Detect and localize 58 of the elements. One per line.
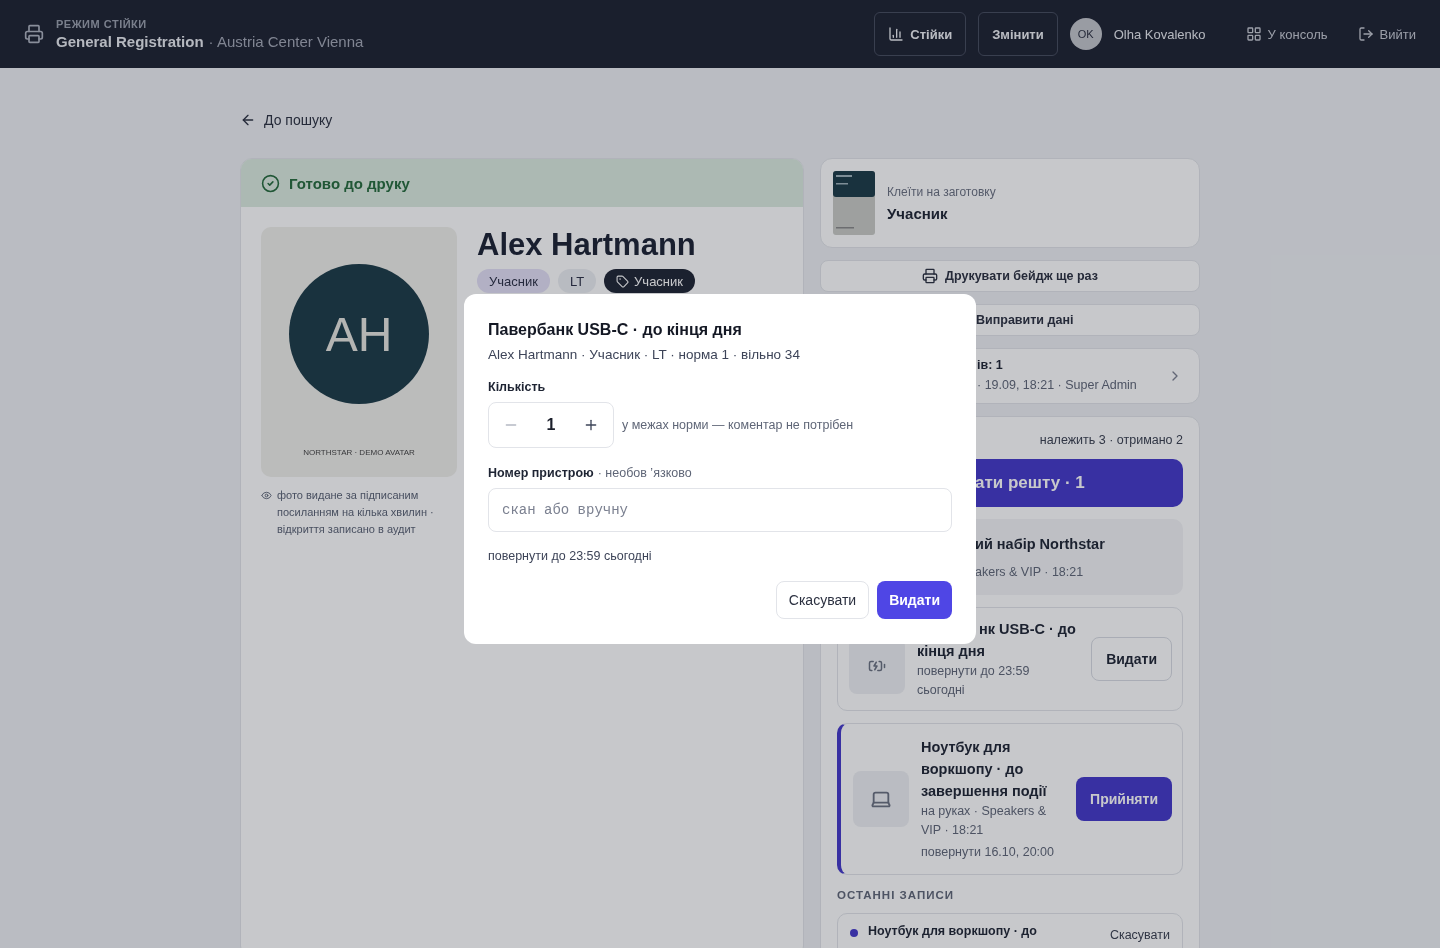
user-avatar: OK	[1069, 18, 1102, 50]
photo-note: фото видане за підписаним посиланням на кілька хвилин · відкриття записано в аудит	[277, 488, 435, 537]
avatar-caption: NORTHSTAR · DEMO AVATAR	[303, 448, 415, 457]
attendee-tag: LT	[557, 269, 597, 293]
item-due: повернути 16.10, 20:00	[921, 844, 1055, 861]
quantity-value: 1	[546, 416, 556, 434]
back-link[interactable]: До пошуку	[240, 112, 333, 128]
grid-icon	[1245, 26, 1262, 42]
attendee-tag: Учасник	[604, 269, 695, 293]
item-title-continued: кінця дня	[917, 642, 986, 661]
mode-label: РЕЖИМ СТІЙКИ	[56, 18, 148, 30]
dialog-title: Павербанк USB-C · до кінця дня	[488, 321, 743, 339]
badge-caption: Клеїти на заготовку	[887, 184, 996, 199]
quantity-stepper[interactable]: 1	[488, 402, 614, 448]
cancel-button[interactable]: Скасувати	[775, 581, 870, 619]
quantity-label: Кількість	[488, 380, 547, 394]
device-field[interactable]: скан або вручну	[488, 488, 952, 532]
venue-name: · Austria Center Vienna	[208, 33, 364, 50]
eye-icon	[261, 490, 272, 501]
logout-link[interactable]: Вийти	[1357, 26, 1416, 42]
attendee-tag: Учасник	[477, 269, 550, 293]
tag-icon	[616, 274, 630, 288]
item-title: нк USB-C · до	[978, 620, 1077, 639]
chart-icon	[888, 26, 905, 42]
check-icon	[261, 173, 280, 193]
device-label: Номер пристрою	[488, 466, 594, 480]
status-dot	[850, 929, 858, 937]
accept-button[interactable]: Прийняти	[1076, 777, 1172, 821]
optional-hint: · необов ʼязково	[597, 466, 692, 480]
attendee-name: Alex Hartmann	[477, 227, 696, 263]
event-title: General Registration	[56, 33, 204, 50]
printer-icon	[922, 268, 939, 284]
user-name: Olha Kovalenko	[1113, 26, 1206, 42]
item-title: Ноутбук для воркшопу · до завершення події	[921, 738, 1048, 801]
printer-icon	[24, 24, 44, 44]
undo-link[interactable]: Скасувати	[1109, 928, 1170, 942]
dialog-subtitle: Alex Hartmann · Учасник · LT · норма 1 · вільно 34	[488, 347, 801, 362]
logout-icon	[1357, 26, 1374, 42]
log-text: Ноутбук для воркшопу · до	[868, 924, 1038, 938]
console-link[interactable]: У консоль	[1245, 26, 1328, 42]
badge-type: Учасник	[887, 204, 949, 222]
change-button[interactable]: Змінити	[978, 12, 1058, 56]
status-text: Готово до друку	[289, 174, 410, 192]
stats-button[interactable]: Стійки	[874, 12, 967, 56]
reprint-button[interactable]: Друкувати бейдж ще раз	[820, 260, 1200, 292]
avatar-initials: AH	[289, 264, 429, 404]
issue-button[interactable]: Видати	[1091, 637, 1172, 681]
item-meta: akers & VIP · 18:21	[975, 563, 1085, 581]
print-meta: · 19.09, 18:21 · Super Admin	[977, 376, 1137, 394]
item-title: ий набір Northstar	[975, 534, 1106, 554]
kit-summary: належить 3 · отримано 2	[1039, 433, 1183, 447]
badge-thumbnail	[833, 171, 875, 235]
issue-button[interactable]: Видати	[877, 581, 952, 619]
quantity-hint: у межах норми — коментар не потрібен	[622, 418, 854, 432]
due-text: повернути до 23:59 сьогодні	[488, 549, 653, 563]
log-heading: ОСТАННІ ЗАПИСИ	[837, 889, 956, 901]
item-meta: повернути до 23:59 сьогодні	[917, 663, 1031, 699]
print-count: ів: 1	[977, 357, 1004, 372]
